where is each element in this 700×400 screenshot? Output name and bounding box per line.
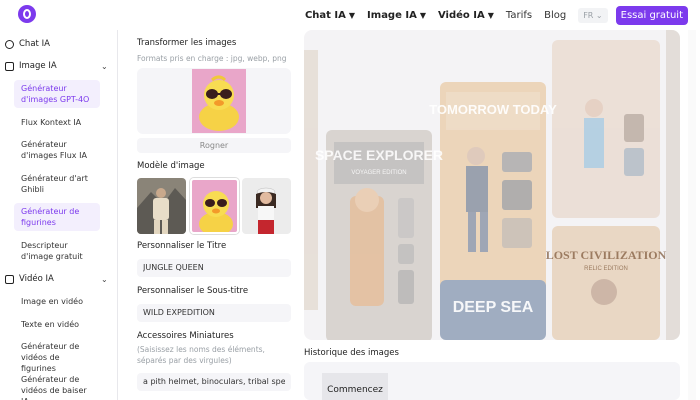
template-option-explorer[interactable] bbox=[137, 178, 186, 234]
figurine-collage: SPACE EXPLORER VOYAGER EDITION TOMORROW … bbox=[304, 30, 680, 340]
chevron-down-icon: ⌄ bbox=[595, 10, 603, 20]
top-header: Chat IA ▼ Image IA ▼ Vidéo IA ▼ Tarifs Blog… bbox=[0, 0, 700, 30]
template-option-woman[interactable] bbox=[242, 178, 291, 234]
card-subtitle-voyager: VOYAGER EDITION bbox=[351, 170, 406, 176]
nav-tarifs[interactable]: Tarifs bbox=[506, 10, 532, 21]
sidebar-item-flux-kontext[interactable]: Flux Kontext IA bbox=[14, 114, 100, 131]
card-title-lost-civilization: LOST CIVILIZATION bbox=[546, 248, 667, 262]
chevron-down-icon: ⌄ bbox=[101, 61, 108, 71]
sidebar-item-gpt4o[interactable]: Générateur d'images GPT-4O bbox=[14, 80, 100, 108]
nav-chat-ia[interactable]: Chat IA ▼ bbox=[305, 10, 355, 21]
transform-label: Transformer les images bbox=[137, 38, 237, 48]
chevron-down-icon: ▼ bbox=[348, 10, 356, 20]
image-icon bbox=[5, 61, 14, 71]
sidebar-item-flux-ia[interactable]: Générateur d'images Flux IA bbox=[14, 136, 100, 164]
nav-blog[interactable]: Blog bbox=[544, 10, 566, 21]
template-option-duck[interactable] bbox=[190, 178, 239, 234]
uploaded-duck-image bbox=[192, 69, 246, 133]
sidebar-cat-video-ia[interactable]: Vidéo IA ⌄ bbox=[5, 274, 115, 284]
video-icon bbox=[5, 274, 14, 284]
sidebar-item-descripteur[interactable]: Descripteur d'image gratuit bbox=[14, 237, 100, 265]
template-label: Modèle d'image bbox=[137, 161, 205, 171]
subtitle-label: Personnaliser le Sous-titre bbox=[137, 286, 249, 296]
nav-video-ia[interactable]: Vidéo IA ▼ bbox=[438, 10, 494, 21]
nav-image-ia[interactable]: Image IA ▼ bbox=[367, 10, 426, 21]
chevron-down-icon: ⌄ bbox=[101, 274, 108, 284]
accessories-label: Accessoires Miniatures bbox=[137, 331, 234, 341]
form-panel: Transformer les images Formats pris en c… bbox=[132, 30, 298, 400]
sidebar-item-texte-video[interactable]: Texte en vidéo bbox=[14, 316, 100, 333]
sidebar-item-figurines[interactable]: Générateur de figurines bbox=[14, 203, 100, 231]
sidebar-item-image-video[interactable]: Image en vidéo bbox=[14, 293, 100, 310]
crop-button[interactable]: Rogner bbox=[137, 138, 291, 153]
sidebar-item-chat-ia[interactable]: Chat IA bbox=[5, 39, 50, 49]
title-label: Personnaliser le Titre bbox=[137, 241, 227, 251]
card-title-tomorrow-today: TOMORROW TODAY bbox=[429, 102, 557, 117]
sidebar: Chat IA Image IA ⌄ Générateur d'images G… bbox=[0, 30, 118, 400]
accessories-input[interactable] bbox=[137, 373, 291, 391]
chevron-down-icon: ▼ bbox=[419, 10, 426, 20]
sidebar-item-ghibli[interactable]: Générateur d'art Ghibli bbox=[14, 170, 100, 198]
card-title-deep-sea: DEEP SEA bbox=[453, 299, 534, 316]
chat-icon bbox=[5, 39, 14, 49]
subtitle-input[interactable] bbox=[137, 304, 291, 322]
card-subtitle-relic: RELIC EDITION bbox=[584, 266, 628, 272]
sidebar-item-video-baiser[interactable]: Générateur de vidéos de baiser IA bbox=[14, 371, 100, 400]
accessories-hint-line1: (Saisissez les noms des éléments, bbox=[137, 345, 265, 354]
title-input[interactable] bbox=[137, 259, 291, 277]
formats-hint: Formats pris en charge : jpg, webp, png bbox=[137, 54, 287, 63]
preview-gallery: SPACE EXPLORER VOYAGER EDITION TOMORROW … bbox=[304, 30, 680, 340]
sidebar-cat-image-ia[interactable]: Image IA ⌄ bbox=[5, 61, 115, 71]
card-title-space-explorer: SPACE EXPLORER bbox=[315, 147, 443, 163]
language-selector[interactable]: FR ⌄ bbox=[578, 7, 608, 23]
start-button[interactable]: Commencez bbox=[322, 373, 388, 400]
accessories-hint-line2: séparés par des virgules) bbox=[137, 356, 232, 365]
page-scrollbar[interactable] bbox=[688, 30, 696, 400]
chevron-down-icon: ▼ bbox=[487, 10, 494, 20]
free-trial-button[interactable]: Essai gratuit bbox=[615, 5, 688, 25]
image-upload-area[interactable] bbox=[137, 68, 291, 134]
history-title: Historique des images bbox=[304, 348, 399, 358]
logo-icon[interactable] bbox=[18, 5, 36, 23]
top-nav: Chat IA ▼ Image IA ▼ Vidéo IA ▼ Tarifs Blog… bbox=[305, 0, 700, 30]
app-root: Chat IA ▼ Image IA ▼ Vidéo IA ▼ Tarifs Blog… bbox=[0, 0, 700, 400]
